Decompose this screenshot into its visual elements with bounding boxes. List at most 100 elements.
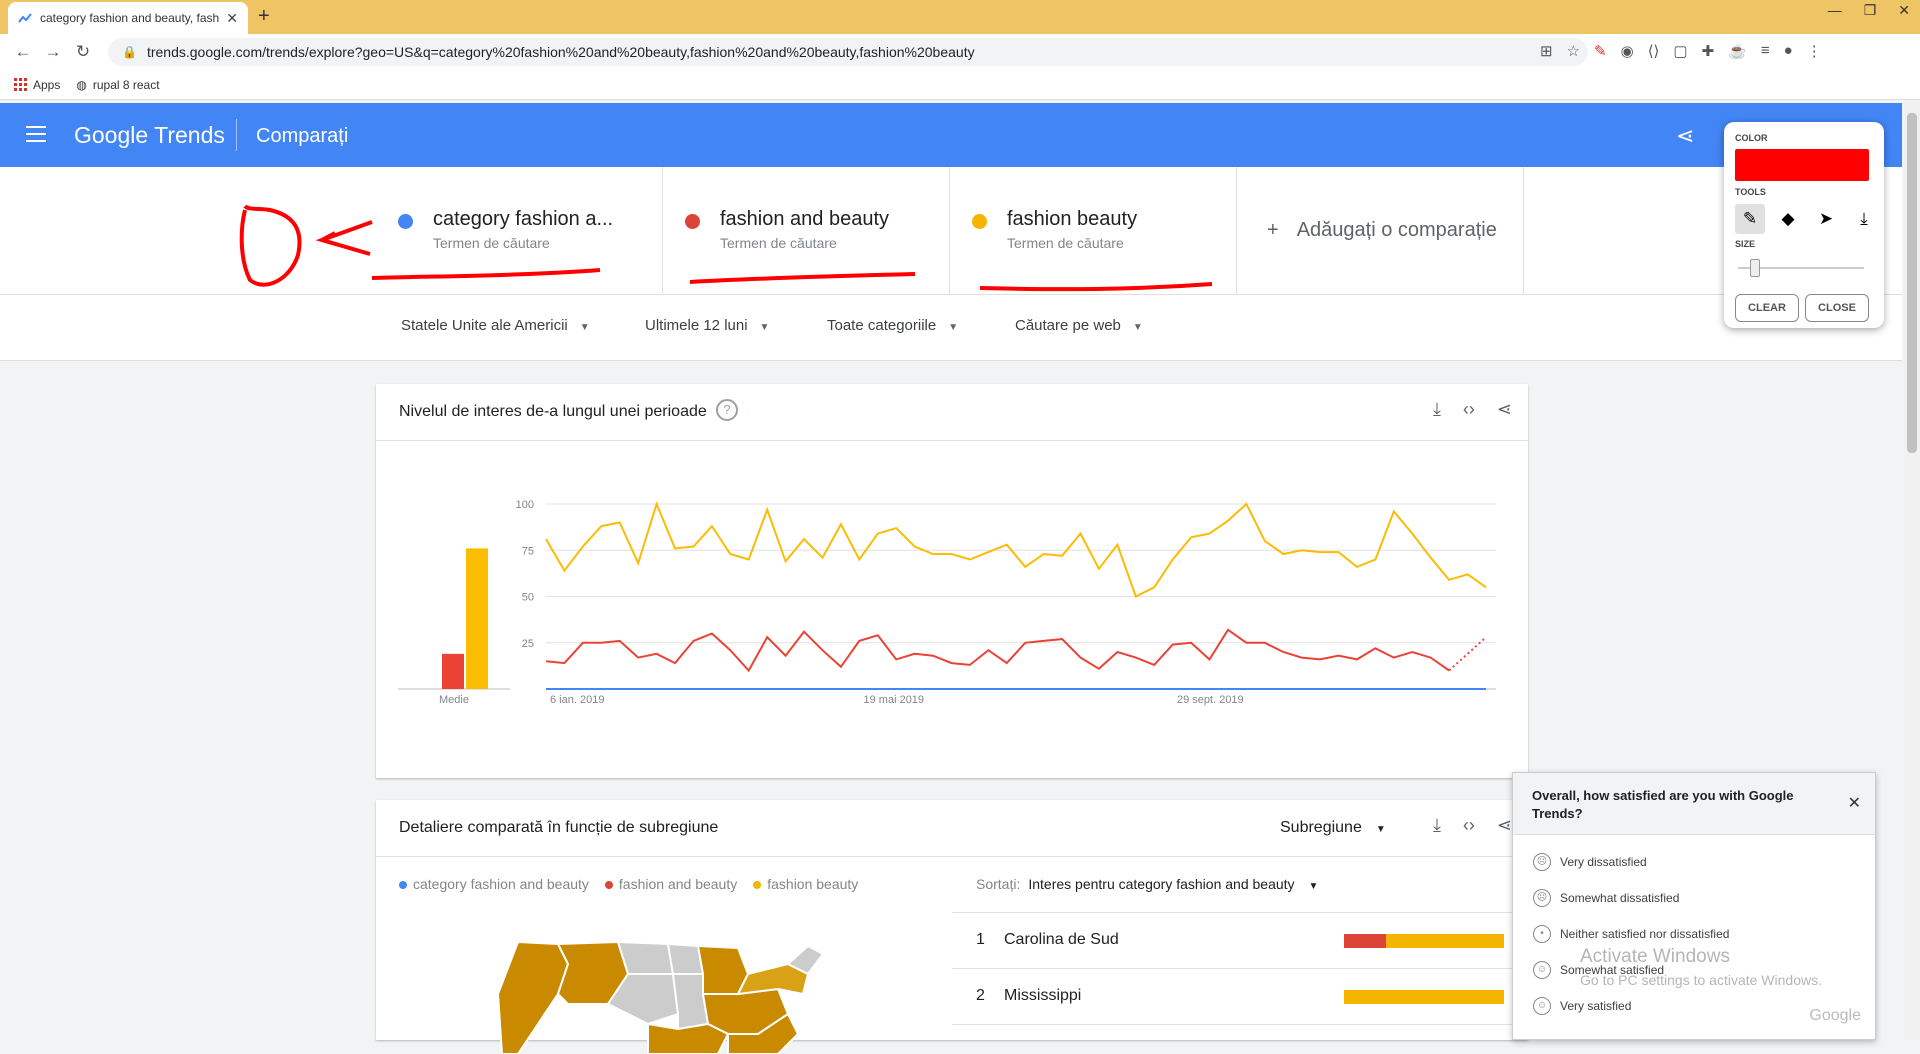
dropdown-caret-icon: ▼ — [1375, 824, 1386, 835]
ranking-row[interactable]: 1 Carolina de Sud — [976, 931, 1119, 949]
sad-face-icon: ☹ — [1533, 853, 1551, 871]
filter-category[interactable]: Toate categoriile ▼ — [827, 317, 958, 334]
survey-option[interactable]: ☹ Somewhat dissatisfied — [1533, 889, 1679, 907]
windows-watermark-sub: Go to PC settings to activate Windows. — [1580, 972, 1822, 988]
restore-icon[interactable]: ❐ — [1864, 2, 1877, 19]
add-comparison-card[interactable]: + Adăugați o comparație — [1237, 167, 1524, 295]
back-icon[interactable]: ← — [8, 42, 38, 62]
average-bar — [466, 548, 488, 689]
x-tick-label: 19 mai 2019 — [864, 694, 925, 706]
download-icon[interactable]: ⤓ — [1433, 399, 1441, 420]
sad-face-icon: ☹ — [1533, 889, 1551, 907]
survey-option[interactable]: ☺ Very satisfied — [1533, 997, 1631, 1015]
share-icon[interactable]: ⋖ — [1497, 815, 1512, 836]
term-card-3[interactable]: fashion beauty Termen de căutare — [950, 167, 1237, 295]
download-icon[interactable]: ⤓ — [1849, 204, 1879, 234]
filter-bar: Statele Unite ale Americii ▼ Ultimele 12 … — [0, 295, 1902, 361]
tab-close-icon[interactable]: ✕ — [226, 10, 238, 27]
page-scrollbar[interactable] — [1904, 103, 1920, 1040]
google-trends-logo[interactable]: Google Trends — [74, 122, 225, 149]
camera-extension-icon[interactable]: ◉ — [1621, 42, 1634, 60]
profile-avatar-icon[interactable]: ● — [1784, 42, 1793, 60]
term-name: category fashion a... — [433, 208, 614, 230]
y-tick-label: 100 — [516, 499, 534, 511]
size-label: SIZE — [1735, 239, 1756, 249]
x-tick-label: 6 ian. 2019 — [550, 694, 604, 706]
embed-icon[interactable]: ‹› — [1463, 399, 1475, 420]
ranking-bar — [1344, 990, 1504, 1004]
code-extension-icon[interactable]: ⟨⟩ — [1648, 42, 1660, 60]
download-icon[interactable]: ⤓ — [1433, 815, 1441, 836]
filter-location[interactable]: Statele Unite ale Americii ▼ — [401, 317, 590, 334]
term-card-2[interactable]: fashion and beauty Termen de căutare — [663, 167, 950, 295]
subregion-select[interactable]: Subregiune ▼ — [1280, 819, 1386, 837]
size-slider-thumb[interactable] — [1750, 259, 1760, 277]
chrome-menu-icon[interactable]: ⋮ — [1807, 42, 1822, 60]
translate-icon[interactable]: ⊞ — [1540, 42, 1553, 60]
average-bar — [442, 653, 464, 689]
menu-icon[interactable] — [26, 126, 46, 147]
eraser-icon[interactable]: ◆ — [1773, 204, 1803, 234]
card-actions: ⤓ ‹› ⋖ — [1433, 399, 1512, 420]
filter-time[interactable]: Ultimele 12 luni ▼ — [645, 317, 769, 334]
neutral-face-icon: • — [1533, 925, 1551, 943]
average-label: Medie — [439, 694, 469, 706]
draw-tools-panel: COLOR TOOLS ✎ ◆ ➤ ⤓ SIZE CLEAR CLOSE — [1724, 122, 1884, 328]
address-bar[interactable]: 🔒 trends.google.com/trends/explore?geo=U… — [108, 38, 1588, 66]
browser-tab[interactable]: category fashion and beauty, fashi ✕ — [8, 2, 248, 34]
bookmark-apps[interactable]: Apps — [14, 78, 60, 92]
share-icon[interactable]: ⋖ — [1676, 123, 1694, 149]
survey-option[interactable]: • Neither satisfied nor dissatisfied — [1533, 925, 1729, 943]
close-button[interactable]: CLOSE — [1805, 294, 1869, 322]
smile-face-icon: ☺ — [1533, 997, 1551, 1015]
pen-extension-icon[interactable]: ✎ — [1594, 42, 1607, 60]
term-type: Termen de căutare — [1007, 235, 1124, 251]
embed-icon[interactable]: ‹› — [1463, 815, 1475, 836]
puzzle-extension-icon[interactable]: ✚ — [1702, 42, 1715, 60]
ranking-row[interactable]: 2 Mississippi — [976, 987, 1081, 1005]
box-extension-icon[interactable]: ▢ — [1673, 42, 1687, 60]
windows-watermark: Activate Windows — [1580, 946, 1730, 967]
lock-icon: 🔒 — [122, 45, 137, 59]
clear-button[interactable]: CLEAR — [1735, 294, 1799, 322]
close-icon[interactable]: ✕ — [1848, 793, 1861, 813]
legend-item: fashion beauty — [753, 876, 858, 892]
close-window-icon[interactable]: ✕ — [1898, 2, 1910, 19]
term-card-1[interactable]: category fashion a... Termen de căutare — [376, 167, 663, 295]
interest-over-time-card: Nivelul de interes de-a lungul unei peri… — [376, 384, 1528, 778]
sort-control[interactable]: Sortați: Interes pentru category fashion … — [976, 876, 1318, 892]
bookmarks-bar: Apps ◍ rupal 8 react — [0, 70, 1920, 100]
ranking-bar-red — [1344, 934, 1386, 948]
us-map — [498, 940, 825, 1054]
term-color-dot — [685, 214, 700, 229]
filter-search-type[interactable]: Căutare pe web ▼ — [1015, 317, 1143, 334]
minimize-icon[interactable]: — — [1828, 2, 1842, 19]
new-tab-icon[interactable]: + — [258, 5, 270, 28]
forward-icon[interactable]: → — [38, 42, 68, 62]
dropdown-caret-icon: ▼ — [1132, 322, 1143, 333]
cursor-icon[interactable]: ➤ — [1811, 204, 1841, 234]
color-swatch[interactable] — [1735, 149, 1869, 181]
card-actions: ⤓ ‹› ⋖ — [1433, 815, 1512, 836]
google-brand: Google — [1809, 1007, 1861, 1024]
bookmark-rupal[interactable]: ◍ rupal 8 react — [76, 78, 159, 92]
pencil-icon[interactable]: ✎ — [1735, 204, 1765, 234]
y-tick-label: 50 — [522, 592, 534, 604]
dropdown-caret-icon: ▼ — [759, 322, 770, 333]
reload-icon[interactable]: ↻ — [68, 42, 98, 62]
x-tick-label: 29 sept. 2019 — [1177, 694, 1244, 706]
bookmark-star-icon[interactable]: ☆ — [1567, 42, 1580, 60]
java-extension-icon[interactable]: ☕ — [1728, 42, 1747, 60]
term-color-dot — [972, 214, 987, 229]
interest-line-chart: 100 75 50 25 6 ian. 2019 19 mai 2019 29 sept. … — [398, 499, 1496, 706]
y-tick-label: 75 — [522, 545, 534, 557]
term-type: Termen de căutare — [720, 235, 837, 251]
color-label: COLOR — [1735, 133, 1768, 143]
share-icon[interactable]: ⋖ — [1497, 399, 1512, 420]
media-icon[interactable]: ≡ — [1761, 42, 1770, 60]
scrollbar-thumb[interactable] — [1907, 113, 1917, 453]
survey-option[interactable]: ☹ Very dissatisfied — [1533, 853, 1647, 871]
help-icon[interactable]: ? — [716, 399, 738, 421]
extension-icons: ⊞ ☆ ✎ ◉ ⟨⟩ ▢ ✚ ☕ ≡ ● ⋮ — [1540, 42, 1822, 60]
term-name: fashion beauty — [1007, 208, 1138, 230]
